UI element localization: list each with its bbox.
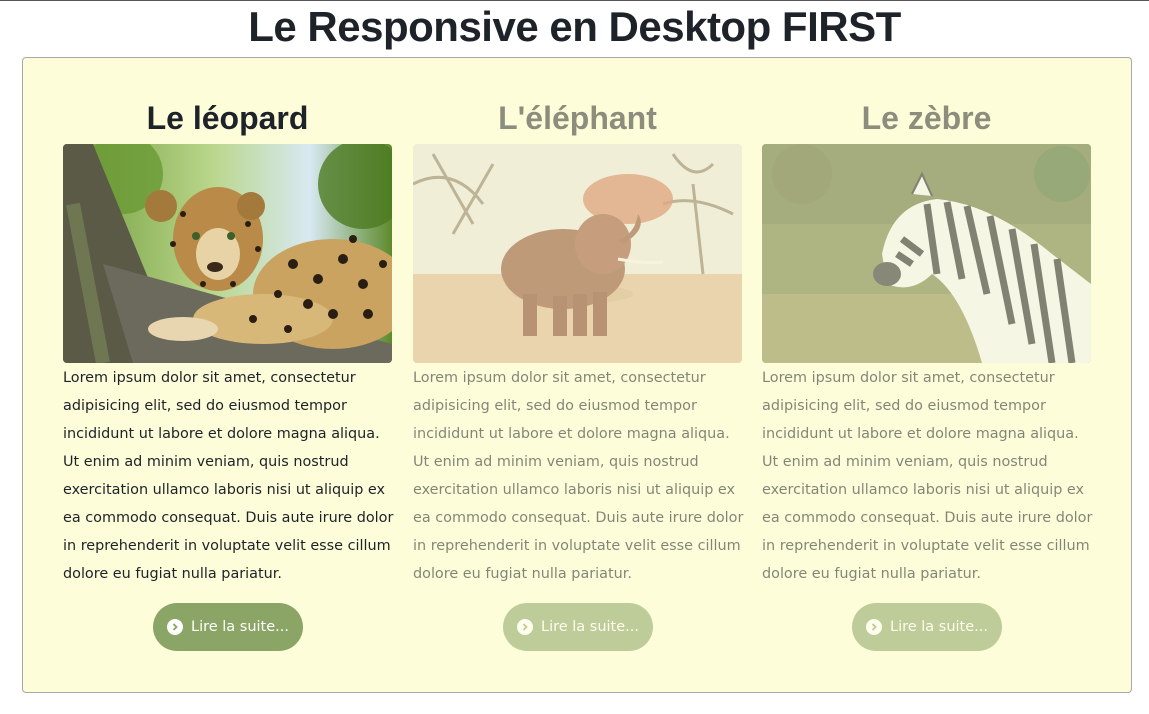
read-more-button[interactable]: Lire la suite... (153, 603, 303, 651)
card-text: Lorem ipsum dolor sit amet, consectetur … (762, 370, 1093, 582)
read-more-button[interactable]: Lire la suite... (503, 603, 653, 651)
read-more-label: Lire la suite... (540, 619, 639, 635)
zebra-photo (762, 144, 1091, 363)
card-leopard: Le léopard Lorem ipsum dolor sit amet, c… (63, 58, 394, 692)
chevron-circle-right-icon (166, 619, 183, 635)
elephant-photo (413, 144, 742, 363)
read-more-button[interactable]: Lire la suite... (852, 603, 1002, 651)
cards-panel: Le léopard Lorem ipsum dolor sit amet, c… (22, 57, 1132, 693)
card-text: Lorem ipsum dolor sit amet, consectetur … (413, 370, 744, 582)
card-elephant: L'éléphant Lorem ipsum dolor sit amet, c… (413, 58, 744, 692)
card-title: L'éléphant (498, 100, 657, 136)
page-title: Le Responsive en Desktop FIRST (248, 3, 901, 50)
card-text: Lorem ipsum dolor sit amet, consectetur … (63, 370, 394, 582)
top-border (0, 0, 1149, 1)
read-more-label: Lire la suite... (889, 619, 988, 635)
card-title: Le léopard (146, 100, 309, 136)
chevron-circle-right-icon (516, 619, 533, 635)
read-more-label: Lire la suite... (190, 619, 289, 635)
leopard-photo (63, 144, 392, 363)
chevron-circle-right-icon (865, 619, 882, 635)
card-title: Le zèbre (861, 100, 992, 136)
card-zebra: Le zèbre Lorem ipsum dolor sit amet, con… (762, 58, 1093, 692)
